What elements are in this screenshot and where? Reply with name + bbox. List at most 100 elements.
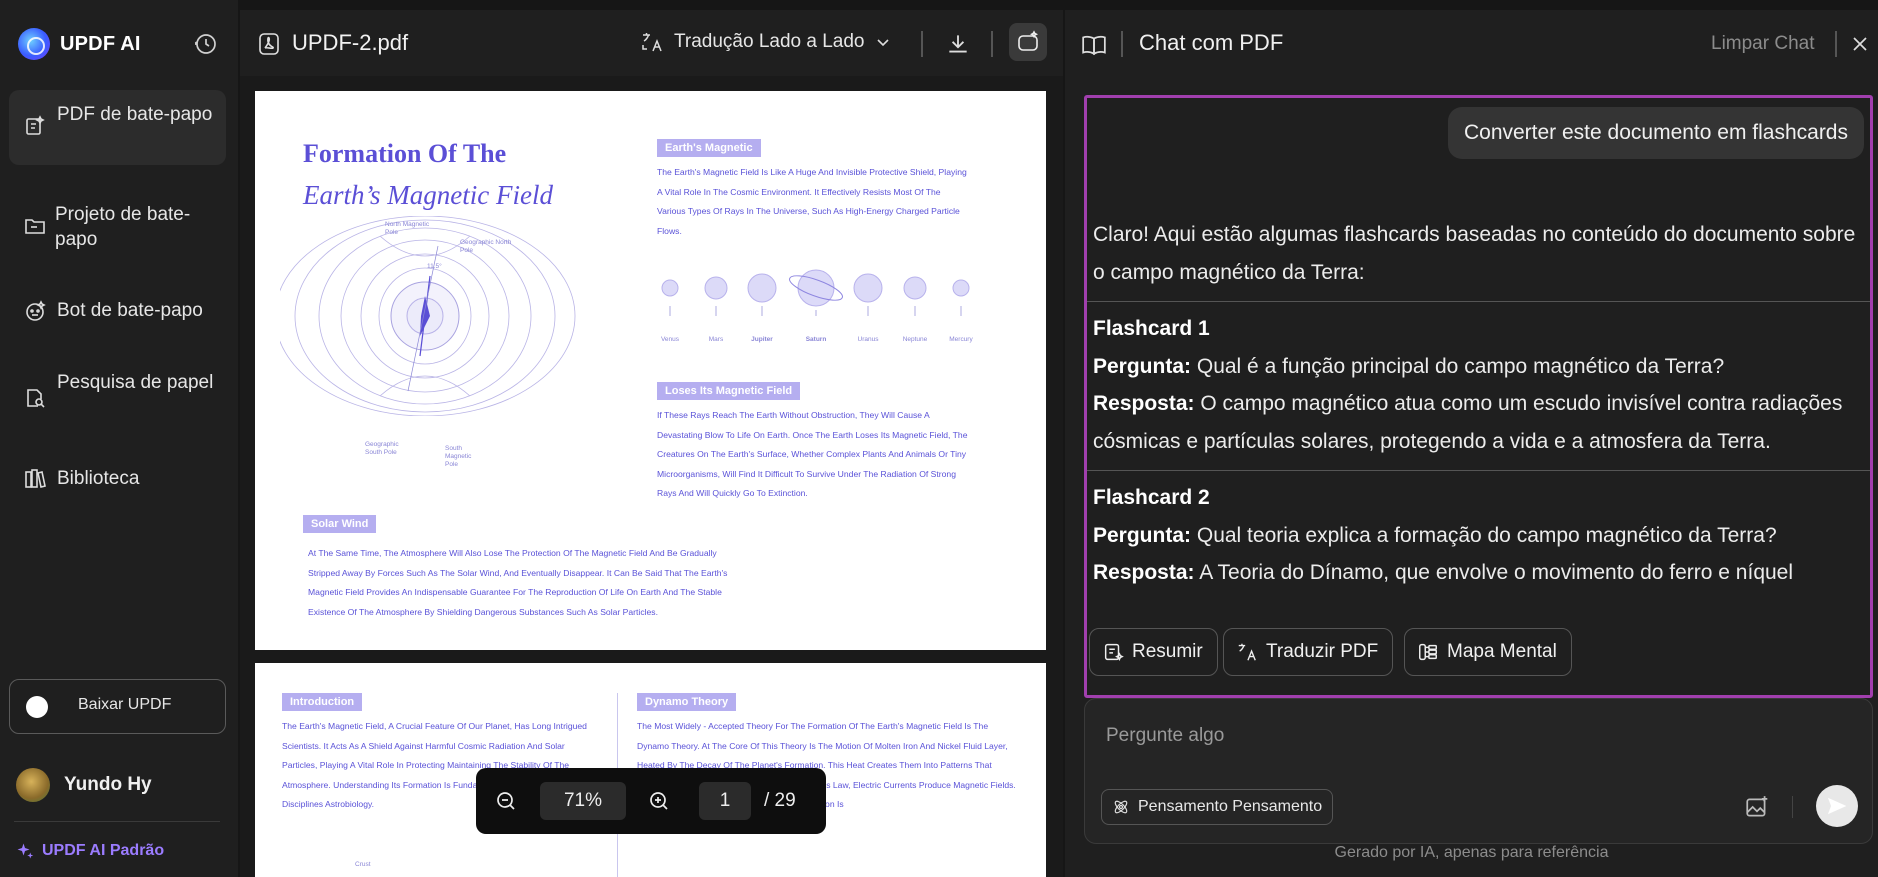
- answer-label: Resposta:: [1093, 561, 1195, 584]
- flashcard-question: Qual teoria explica a formação do campo …: [1196, 523, 1777, 547]
- pdf-title-line2: Earth’s Magnetic Field: [303, 180, 553, 210]
- flashcard-title: Flashcard 2: [1093, 486, 1210, 509]
- download-icon[interactable]: [945, 31, 971, 57]
- divider: [1835, 31, 1837, 57]
- mind-map-button[interactable]: Mapa Mental: [1404, 628, 1572, 676]
- app-window: UPDF AI PDF de bate-papo Projeto de bate…: [0, 0, 1878, 877]
- flashcard-answer: A Teoria do Dínamo, que envolve o movime…: [1199, 561, 1794, 584]
- plan-link[interactable]: UPDF AI Padrão: [16, 842, 164, 860]
- sidebar-item-label: Bot de bate-papo: [57, 300, 203, 321]
- flashcard-title: Flashcard 1: [1093, 317, 1210, 340]
- divider: [921, 31, 923, 57]
- ai-disclaimer: Gerado por IA, apenas para referência: [1334, 844, 1609, 861]
- zoom-in-icon[interactable]: [647, 789, 671, 813]
- ai-assistant-button[interactable]: [1009, 23, 1047, 61]
- updf-logo-icon: [18, 28, 50, 60]
- download-updf-button[interactable]: Baixar UPDF: [9, 679, 226, 734]
- zoom-out-icon[interactable]: [494, 789, 518, 813]
- chat-title: Chat com PDF: [1139, 30, 1284, 55]
- chat-pdf-icon: [26, 115, 45, 135]
- question-label: Pergunta:: [1093, 523, 1192, 547]
- flashcard-question: Qual é a função principal do campo magné…: [1196, 354, 1725, 378]
- divider: [1792, 796, 1793, 818]
- file-name: UPDF-2.pdf: [292, 30, 409, 55]
- clear-chat-button[interactable]: Limpar Chat: [1711, 33, 1815, 55]
- section-heading: Solar Wind: [303, 515, 377, 533]
- ai-response: Claro! Aqui estão algumas flashcards bas…: [1087, 216, 1870, 592]
- sidebar-item-pdf-chat[interactable]: PDF de bate-papo: [9, 90, 226, 165]
- chat-messages[interactable]: Converter este documento em flashcards C…: [1084, 95, 1873, 698]
- sidebar-item-paper-search[interactable]: Pesquisa de papel: [9, 360, 226, 435]
- book-icon[interactable]: [1081, 32, 1107, 58]
- sidebar-item-chat-project[interactable]: Projeto de bate-papo: [9, 190, 226, 265]
- translate-icon: [1238, 643, 1256, 661]
- diagram-label: Geographic North Pole: [460, 239, 512, 254]
- zoom-level[interactable]: 71%: [540, 782, 626, 820]
- diagram-label: North Magnetic Pole: [385, 221, 430, 236]
- translate-mode-dropdown[interactable]: Tradução Lado a Lado: [640, 30, 891, 54]
- summarize-icon: [1104, 643, 1124, 661]
- planet-label: Saturn: [805, 336, 827, 343]
- paper-search-icon: [27, 389, 45, 408]
- summarize-button[interactable]: Resumir: [1089, 628, 1218, 676]
- user-name: Yundo Hy: [64, 774, 152, 795]
- pdf-title-line1: Formation Of The: [303, 139, 507, 168]
- section-heading: Earth's Magnetic: [657, 139, 761, 157]
- translate-pdf-button[interactable]: Traduzir PDF: [1223, 628, 1394, 676]
- sidebar: UPDF AI PDF de bate-papo Projeto de bate…: [0, 0, 238, 877]
- planet-label: Mars: [708, 336, 724, 343]
- section-heading: Loses Its Magnetic Field: [657, 382, 801, 400]
- download-label: Baixar UPDF: [78, 696, 172, 713]
- pdf-viewer[interactable]: Formation Of The Earth’s Magnetic Field: [240, 76, 1063, 877]
- paragraph: At The Same Time, The Atmosphere Will Al…: [308, 548, 728, 617]
- planet-label: Uranus: [857, 336, 879, 343]
- diagram-label: 11.5°: [427, 263, 442, 270]
- sidebar-item-label: PDF de bate-papo: [57, 104, 213, 125]
- response-intro: Claro! Aqui estão algumas flashcards bas…: [1093, 223, 1856, 284]
- user-message: Converter este documento em flashcards: [1447, 107, 1864, 159]
- sidebar-item-label: Pesquisa de papel: [57, 372, 214, 393]
- sidebar-item-label: Projeto de bate-papo: [55, 204, 191, 250]
- divider: [991, 31, 993, 57]
- paragraph: The Earth's Magnetic Field Is Like A Hug…: [657, 167, 967, 236]
- planet-label: Neptune: [902, 336, 928, 343]
- input-placeholder: Pergunte algo: [1106, 725, 1225, 746]
- planet-label: Venus: [660, 336, 680, 343]
- sidebar-item-library[interactable]: Biblioteca: [9, 458, 226, 500]
- translate-pdf-label: Traduzir PDF: [1266, 641, 1379, 662]
- sidebar-item-chat-bot[interactable]: Bot de bate-papo: [9, 290, 226, 332]
- divider: [1121, 31, 1123, 57]
- page-number-input[interactable]: 1: [699, 782, 751, 820]
- send-button[interactable]: [1816, 785, 1858, 827]
- magnetic-field-diagram: [280, 216, 576, 416]
- chat-panel: Chat com PDF Limpar Chat Converter este …: [1065, 10, 1878, 877]
- diagram-label: South Magnetic Pole: [445, 445, 472, 468]
- flashcard-answer: O campo magnético atua como um escudo in…: [1093, 392, 1843, 453]
- image-upload-icon[interactable]: [1744, 794, 1770, 820]
- section-heading: Introduction: [282, 693, 363, 711]
- planet-label: Jupiter: [751, 336, 773, 343]
- answer-label: Resposta:: [1093, 392, 1195, 415]
- paragraph: If These Rays Reach The Earth Without Ob…: [657, 410, 968, 498]
- sidebar-item-label: Biblioteca: [57, 468, 140, 489]
- user-profile[interactable]: Yundo Hy: [16, 768, 152, 802]
- planet-label: Mercury: [949, 336, 973, 343]
- bot-icon: [26, 300, 46, 321]
- mind-map-label: Mapa Mental: [1447, 641, 1557, 662]
- thinking-label: Pensamento Pensamento: [1138, 798, 1323, 815]
- translate-mode-label: Tradução Lado a Lado: [674, 31, 865, 52]
- mind-map-icon: [1419, 643, 1437, 661]
- divider: [14, 821, 220, 822]
- chevron-down-icon: [876, 39, 889, 47]
- library-icon: [25, 469, 46, 488]
- avatar: [16, 768, 50, 802]
- thinking-toggle[interactable]: Pensamento Pensamento: [1101, 789, 1334, 825]
- plan-label: UPDF AI Padrão: [42, 842, 165, 859]
- section-heading: Dynamo Theory: [637, 693, 737, 711]
- summarize-label: Resumir: [1132, 641, 1203, 662]
- close-icon[interactable]: [1851, 35, 1869, 53]
- pdf-toolbar: UPDF-2.pdf Tradução Lado a Lado: [240, 10, 1063, 76]
- planets-illustration: [661, 269, 970, 316]
- chat-input[interactable]: Pergunte algo Pensamento Pensamento: [1084, 698, 1873, 844]
- history-icon[interactable]: [194, 32, 218, 56]
